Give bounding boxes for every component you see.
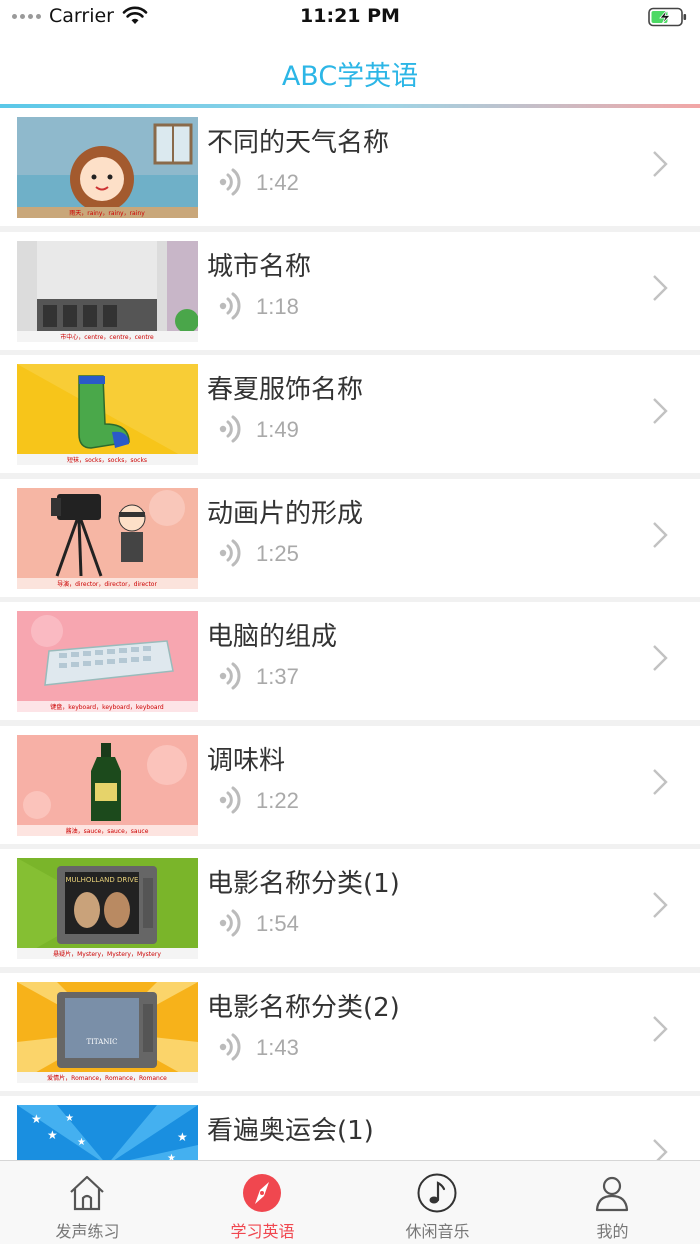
chevron-right-icon <box>653 645 668 671</box>
lesson-thumbnail: TITANIC 爱情片，Romance，Romance，Romance <box>17 981 198 1083</box>
lesson-duration: 1:54 <box>256 911 299 936</box>
tab-label: 发声练习 <box>55 1222 120 1241</box>
thumbnail-caption: 市中心，centre，centre，centre <box>60 333 154 341</box>
page-title: ABC学英语 <box>281 61 419 92</box>
poster-text: MULHOLLAND DRIVE <box>66 876 139 884</box>
thumbnail-caption: 雨天，rainy，rainy，rainy <box>69 210 145 217</box>
thumbnail-caption: 导演，director，director，director <box>57 580 157 588</box>
lesson-thumbnail: 雨天，rainy，rainy，rainy <box>17 117 198 218</box>
compass-icon <box>243 1174 281 1212</box>
lesson-title: 城市名称 <box>207 251 312 282</box>
audio-icon <box>219 539 241 566</box>
lesson-thumbnail: 短袜，socks，socks，socks <box>17 364 198 465</box>
audio-icon <box>219 168 241 196</box>
poster-text: TITANIC <box>86 1038 117 1046</box>
person-icon <box>595 1176 629 1212</box>
svg-text:★: ★ <box>65 1113 74 1124</box>
thumbnail-caption: 短袜，socks，socks，socks <box>67 456 147 464</box>
lesson-duration: 1:22 <box>256 787 299 813</box>
tab-bar: 发声练习 学习英语 休闲音乐 我的 <box>0 1160 700 1244</box>
list-item[interactable]: 导演，director，director，director 动画片的形成 1:2… <box>0 478 700 597</box>
list-item[interactable]: 短袜，socks，socks，socks 春夏服饰名称 1:49 <box>0 355 700 473</box>
audio-icon <box>219 662 241 690</box>
lesson-title: 不同的天气名称 <box>207 128 390 158</box>
thumbnail-caption: 爱情片，Romance，Romance，Romance <box>47 1074 167 1082</box>
list-item[interactable]: ★ ★ ★ ★ ★ ★ 看遍奥运会(1) <box>0 1096 700 1160</box>
svg-text:★: ★ <box>77 1137 86 1148</box>
tab-label: 学习英语 <box>230 1222 295 1241</box>
lesson-duration: 1:37 <box>256 664 299 689</box>
lesson-list[interactable]: 雨天，rainy，rainy，rainy 不同的天气名称 1:42 市中心，ce… <box>0 108 700 1160</box>
audio-icon <box>219 1033 241 1060</box>
chevron-right-icon <box>653 892 668 918</box>
lesson-duration: 1:42 <box>256 170 299 195</box>
lesson-title: 电影名称分类(1) <box>207 869 400 899</box>
music-note-icon <box>417 1173 457 1213</box>
tab-voice-practice[interactable]: 发声练习 <box>0 1161 175 1244</box>
status-time: 11:21 PM <box>300 5 400 27</box>
audio-icon <box>219 415 241 443</box>
tab-label: 休闲音乐 <box>405 1222 470 1241</box>
thumbnail-caption: 酱油，sauce，sauce，sauce <box>66 827 149 835</box>
lesson-title: 调味料 <box>207 745 286 776</box>
list-item[interactable]: 雨天，rainy，rainy，rainy 不同的天气名称 1:42 <box>0 108 700 226</box>
lesson-duration: 1:25 <box>256 540 299 566</box>
lesson-duration: 1:49 <box>256 417 299 442</box>
tab-learn-english[interactable]: 学习英语 <box>175 1161 350 1244</box>
chevron-right-icon <box>653 1015 668 1042</box>
lesson-title: 动画片的形成 <box>207 498 364 529</box>
svg-text:★: ★ <box>47 1128 58 1142</box>
audio-icon <box>219 292 241 319</box>
lesson-title: 春夏服饰名称 <box>207 375 364 405</box>
svg-text:★: ★ <box>31 1112 42 1126</box>
list-item[interactable]: 键盘，keyboard，keyboard，keyboard 电脑的组成 1:37 <box>0 602 700 720</box>
list-item[interactable]: 市中心，centre，centre，centre 城市名称 1:18 <box>0 231 700 350</box>
lesson-thumbnail: 键盘，keyboard，keyboard，keyboard <box>17 611 198 712</box>
chevron-right-icon <box>653 1139 668 1160</box>
chevron-right-icon <box>653 768 668 795</box>
lesson-title: 电脑的组成 <box>207 622 338 652</box>
tab-label: 我的 <box>596 1222 629 1241</box>
lesson-thumbnail: ★ ★ ★ ★ ★ ★ <box>17 1105 198 1160</box>
tab-leisure-music[interactable]: 休闲音乐 <box>350 1161 525 1244</box>
lesson-thumbnail: MULHOLLAND DRIVE 悬疑片，Mystery，Mystery，Mys… <box>17 858 198 959</box>
battery-charging-icon <box>648 7 687 27</box>
lesson-title: 看遍奥运会(1) <box>207 1116 374 1146</box>
home-icon <box>70 1175 104 1211</box>
lesson-duration: 1:18 <box>256 293 299 319</box>
list-item[interactable]: 酱油，sauce，sauce，sauce 调味料 1:22 <box>0 725 700 844</box>
list-item[interactable]: MULHOLLAND DRIVE 悬疑片，Mystery，Mystery，Mys… <box>0 849 700 967</box>
lesson-thumbnail: 导演，director，director，director <box>17 487 198 589</box>
lesson-thumbnail: 酱油，sauce，sauce，sauce <box>17 734 198 836</box>
chevron-right-icon <box>653 274 668 301</box>
tab-mine[interactable]: 我的 <box>525 1161 700 1244</box>
navigation-bar: ABC学英语 <box>0 36 700 104</box>
lesson-title: 电影名称分类(2) <box>207 992 400 1023</box>
chevron-right-icon <box>653 521 668 548</box>
audio-icon <box>219 909 241 937</box>
lesson-duration: 1:43 <box>256 1034 299 1060</box>
lesson-thumbnail: 市中心，centre，centre，centre <box>17 240 198 342</box>
thumbnail-caption: 悬疑片，Mystery，Mystery，Mystery <box>53 950 161 958</box>
status-bar: Carrier 11:21 PM <box>0 0 700 36</box>
svg-text:★: ★ <box>177 1130 188 1144</box>
svg-text:★: ★ <box>167 1153 176 1160</box>
chevron-right-icon <box>653 398 668 424</box>
audio-icon <box>219 786 241 813</box>
chevron-right-icon <box>653 151 668 177</box>
list-item[interactable]: TITANIC 爱情片，Romance，Romance，Romance 电影名称… <box>0 972 700 1091</box>
thumbnail-caption: 键盘，keyboard，keyboard，keyboard <box>50 703 164 711</box>
